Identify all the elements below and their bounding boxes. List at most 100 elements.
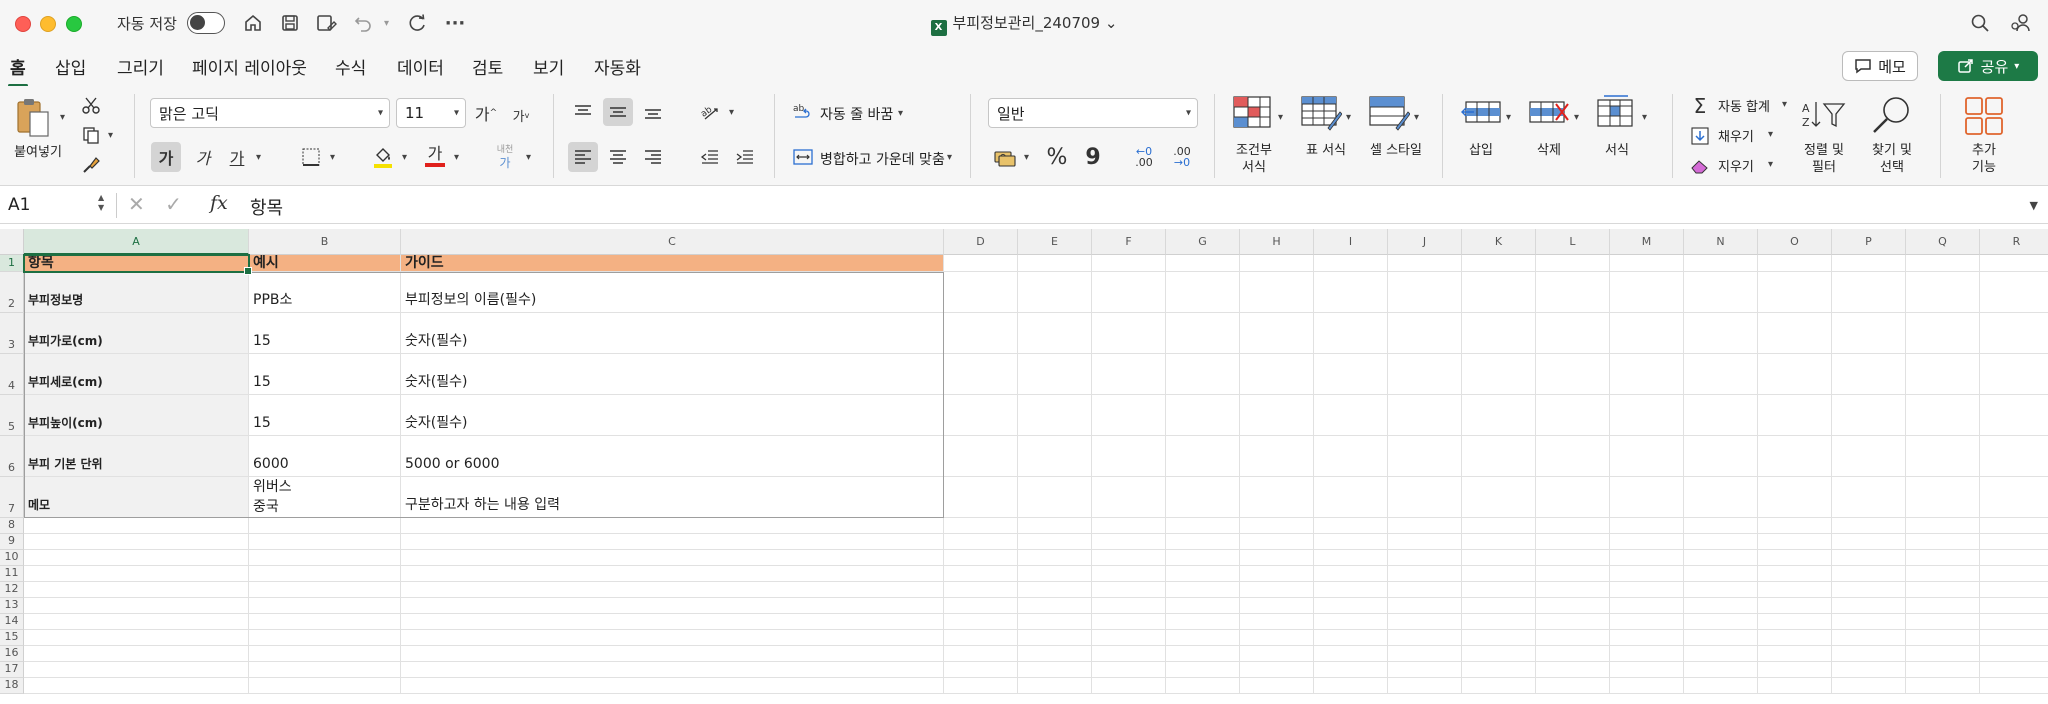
empty-cell[interactable]: [944, 662, 1018, 678]
empty-cell[interactable]: [1536, 550, 1610, 566]
empty-cell[interactable]: [1758, 566, 1832, 582]
tab-automate[interactable]: 자동화: [594, 54, 641, 79]
empty-cell[interactable]: [1018, 518, 1092, 534]
empty-cell[interactable]: [1980, 614, 2048, 630]
merge-center-label[interactable]: 병합하고 가운데 맞춤: [820, 149, 945, 169]
table-cell[interactable]: 위버스 중국: [249, 477, 401, 518]
column-header-k[interactable]: K: [1462, 229, 1536, 255]
empty-cell[interactable]: [1314, 582, 1388, 598]
empty-cell[interactable]: [1166, 550, 1240, 566]
empty-cell[interactable]: [1092, 534, 1166, 550]
empty-cell[interactable]: [1166, 678, 1240, 694]
empty-cell[interactable]: [1832, 550, 1906, 566]
empty-cell[interactable]: [1018, 582, 1092, 598]
empty-cell[interactable]: [1536, 630, 1610, 646]
empty-cell[interactable]: [944, 534, 1018, 550]
align-center-icon[interactable]: [603, 142, 633, 172]
empty-cell[interactable]: [944, 630, 1018, 646]
empty-cell[interactable]: [1462, 614, 1536, 630]
table-cell[interactable]: PPB소: [249, 272, 401, 313]
empty-cell[interactable]: [249, 582, 401, 598]
empty-cell[interactable]: [1536, 255, 1610, 272]
empty-cell[interactable]: [1684, 354, 1758, 395]
empty-cell[interactable]: [1758, 630, 1832, 646]
empty-cell[interactable]: [1906, 272, 1980, 313]
empty-cell[interactable]: [1832, 272, 1906, 313]
empty-cell[interactable]: [1610, 534, 1684, 550]
empty-cell[interactable]: [1388, 662, 1462, 678]
tab-page-layout[interactable]: 페이지 레이아웃: [192, 54, 307, 79]
empty-cell[interactable]: [944, 550, 1018, 566]
empty-cell[interactable]: [1980, 255, 2048, 272]
empty-cell[interactable]: [1092, 630, 1166, 646]
empty-cell[interactable]: [1240, 518, 1314, 534]
empty-cell[interactable]: [1906, 477, 1980, 518]
empty-cell[interactable]: [1314, 272, 1388, 313]
row-header-12[interactable]: 12: [0, 582, 24, 598]
empty-cell[interactable]: [1536, 614, 1610, 630]
empty-cell[interactable]: [1166, 630, 1240, 646]
align-top-icon[interactable]: [568, 98, 598, 126]
empty-cell[interactable]: [1314, 678, 1388, 694]
empty-cell[interactable]: [1388, 582, 1462, 598]
cell-styles-chevron-icon[interactable]: ▾: [1414, 112, 1419, 123]
empty-cell[interactable]: [401, 582, 944, 598]
format-table-chevron-icon[interactable]: ▾: [1346, 112, 1351, 123]
empty-cell[interactable]: [1906, 614, 1980, 630]
empty-cell[interactable]: [1980, 272, 2048, 313]
format-painter-icon[interactable]: [80, 154, 102, 176]
empty-cell[interactable]: [1240, 313, 1314, 354]
empty-cell[interactable]: [1684, 477, 1758, 518]
field-label-cell[interactable]: 부피세로(cm): [24, 354, 249, 395]
empty-cell[interactable]: [1980, 477, 2048, 518]
empty-cell[interactable]: [1610, 272, 1684, 313]
empty-cell[interactable]: [1240, 598, 1314, 614]
empty-cell[interactable]: [249, 646, 401, 662]
paste-chevron-icon[interactable]: ▾: [60, 112, 65, 123]
empty-cell[interactable]: [1832, 477, 1906, 518]
copy-icon[interactable]: [80, 124, 102, 146]
field-label-cell[interactable]: 부피가로(cm): [24, 313, 249, 354]
save-icon[interactable]: [277, 10, 303, 36]
empty-cell[interactable]: [1092, 313, 1166, 354]
fill-color-icon[interactable]: [368, 142, 398, 172]
empty-cell[interactable]: [1166, 662, 1240, 678]
expand-formula-bar-icon[interactable]: ▼: [2030, 199, 2038, 212]
empty-cell[interactable]: [1610, 313, 1684, 354]
empty-cell[interactable]: [249, 662, 401, 678]
empty-cell[interactable]: [249, 518, 401, 534]
empty-cell[interactable]: [24, 534, 249, 550]
empty-cell[interactable]: [1610, 518, 1684, 534]
empty-cell[interactable]: [1314, 550, 1388, 566]
empty-cell[interactable]: [249, 614, 401, 630]
row-header-14[interactable]: 14: [0, 614, 24, 630]
align-right-icon[interactable]: [638, 142, 668, 172]
empty-cell[interactable]: [1906, 566, 1980, 582]
empty-cell[interactable]: [1092, 518, 1166, 534]
empty-cell[interactable]: [1018, 566, 1092, 582]
empty-cell[interactable]: [944, 477, 1018, 518]
empty-cell[interactable]: [1980, 313, 2048, 354]
empty-cell[interactable]: [1610, 662, 1684, 678]
underline-chevron-icon[interactable]: ▾: [256, 152, 261, 163]
empty-cell[interactable]: [1684, 662, 1758, 678]
empty-cell[interactable]: [1832, 662, 1906, 678]
empty-cell[interactable]: [1758, 354, 1832, 395]
empty-cell[interactable]: [1388, 646, 1462, 662]
empty-cell[interactable]: [1536, 598, 1610, 614]
increase-indent-icon[interactable]: [730, 142, 760, 172]
empty-cell[interactable]: [1462, 477, 1536, 518]
empty-cell[interactable]: [1610, 598, 1684, 614]
tab-view[interactable]: 보기: [533, 54, 564, 79]
row-header-11[interactable]: 11: [0, 566, 24, 582]
empty-cell[interactable]: [1314, 395, 1388, 436]
empty-cell[interactable]: [1832, 598, 1906, 614]
clear-label[interactable]: 지우기: [1718, 156, 1754, 175]
empty-cell[interactable]: [401, 630, 944, 646]
table-cell[interactable]: 15: [249, 354, 401, 395]
autosum-icon[interactable]: Σ: [1688, 94, 1712, 118]
home-icon[interactable]: [240, 10, 266, 36]
row-header-4[interactable]: 4: [0, 354, 24, 395]
tab-data[interactable]: 데이터: [397, 54, 444, 79]
empty-cell[interactable]: [1536, 477, 1610, 518]
